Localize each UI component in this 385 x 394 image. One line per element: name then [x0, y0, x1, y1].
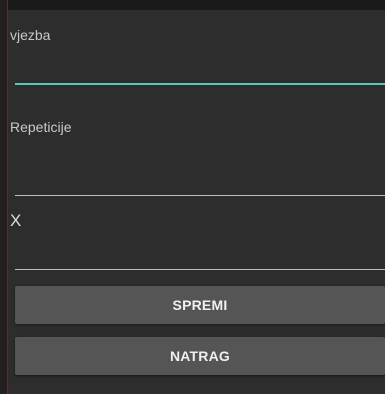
- window-left-edge: [0, 0, 8, 394]
- exercise-field-label: vjezba: [10, 27, 51, 43]
- multiplier-field-label: X: [10, 211, 22, 230]
- back-button[interactable]: NATRAG: [15, 337, 385, 375]
- save-button[interactable]: SPREMI: [15, 286, 385, 324]
- repetitions-field-label: Repeticije: [10, 119, 72, 135]
- exercise-field-underline: [15, 83, 385, 85]
- repetitions-field-underline: [15, 195, 385, 196]
- exercise-form: vjezba Repeticije X SPREMI NATRAG: [8, 10, 385, 394]
- multiplier-field-underline: [15, 269, 385, 270]
- status-bar: [0, 0, 385, 10]
